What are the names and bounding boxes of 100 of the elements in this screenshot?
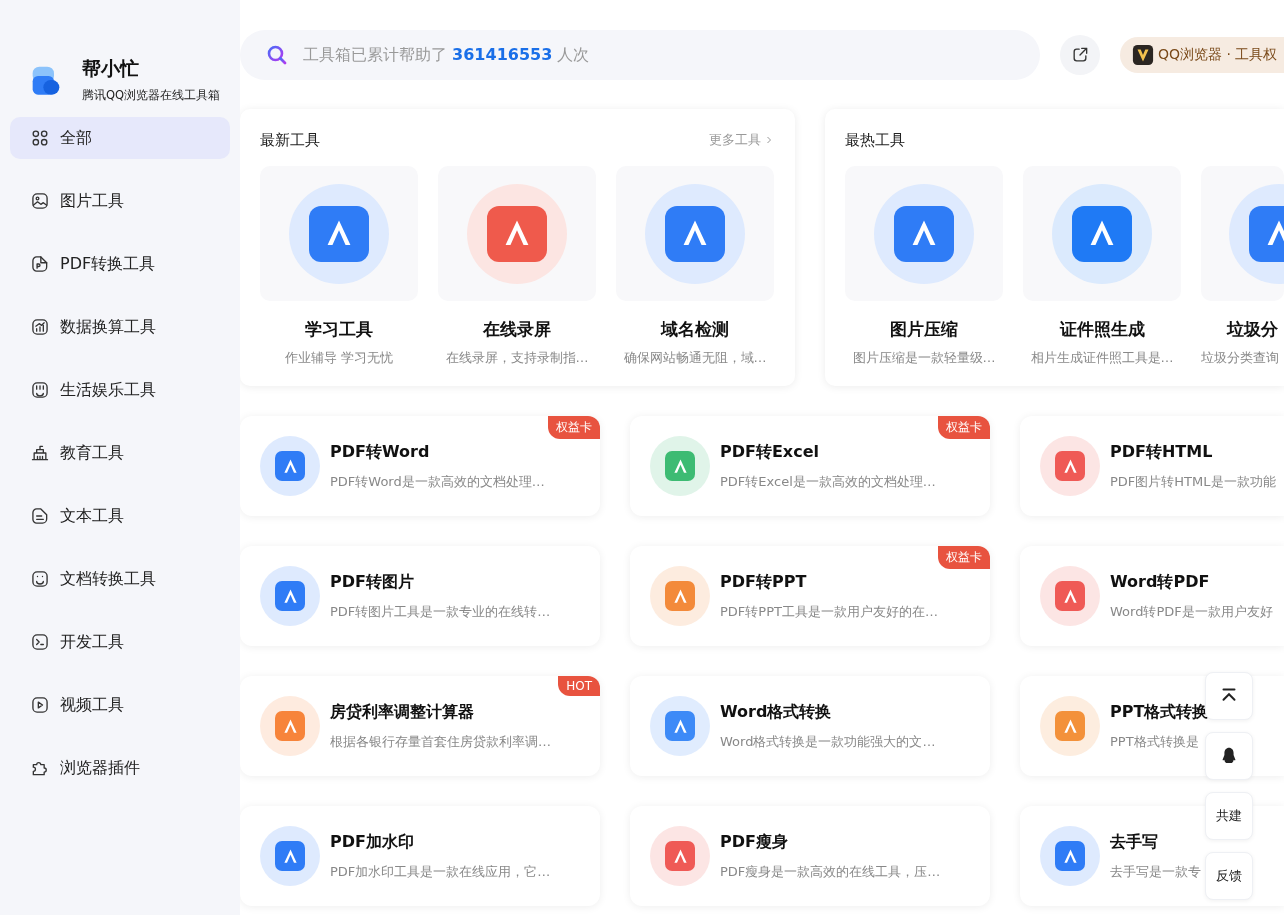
tool-icon bbox=[650, 436, 710, 496]
tool-name: 房贷利率调整计算器 bbox=[330, 701, 475, 723]
tool-card[interactable]: Word转PDF Word转PDF是一款用户友好 bbox=[1020, 546, 1284, 646]
tool-description: PPT格式转换是 bbox=[1110, 732, 1200, 751]
sidebar-item[interactable]: 图片工具 bbox=[10, 180, 230, 222]
tool-name: PDF转HTML bbox=[1110, 441, 1214, 463]
tool-icon bbox=[650, 566, 710, 626]
sidebar-item[interactable]: 文档转换工具 bbox=[10, 558, 230, 600]
qq-button[interactable] bbox=[1205, 732, 1253, 780]
tool-name: PDF转Excel bbox=[720, 441, 820, 463]
v-logo-icon bbox=[1132, 44, 1154, 66]
tool-name: PDF瘦身 bbox=[720, 831, 789, 853]
tool-card[interactable]: PDF转Word PDF转Word是一款高效的文档处理… 权益卡 bbox=[240, 416, 600, 516]
tool-description: 图片压缩是一款轻量级… bbox=[852, 349, 996, 367]
tool-icon bbox=[1040, 566, 1100, 626]
tool-card[interactable]: PDF转PPT PDF转PPT工具是一款用户友好的在… 权益卡 bbox=[630, 546, 990, 646]
terminal-icon bbox=[30, 632, 50, 652]
tool-icon bbox=[260, 436, 320, 496]
sidebar-item[interactable]: 数据换算工具 bbox=[10, 306, 230, 348]
document-smile-icon bbox=[30, 569, 50, 589]
tool-description: 在线录屏，支持录制指… bbox=[445, 349, 589, 367]
sidebar-item[interactable]: PDF转换工具 bbox=[10, 243, 230, 285]
app-subtitle: 腾讯QQ浏览器在线工具箱 bbox=[82, 88, 221, 103]
tool-name: PPT格式转换 bbox=[1110, 701, 1209, 723]
tool-description: Word转PDF是一款用户友好 bbox=[1110, 602, 1273, 621]
tool-icon bbox=[260, 566, 320, 626]
tool-name[interactable]: 证件照生成 bbox=[1059, 318, 1145, 341]
chart-icon bbox=[30, 317, 50, 337]
building-icon bbox=[30, 443, 50, 463]
tool-name[interactable]: 学习工具 bbox=[305, 318, 373, 341]
face-icon bbox=[30, 380, 50, 400]
tool-badge: 权益卡 bbox=[938, 546, 990, 569]
tool-card[interactable]: PDF加水印 PDF加水印工具是一款在线应用，它… bbox=[240, 806, 600, 906]
tool-description: PDF瘦身是一款高效的在线工具，压… bbox=[720, 862, 941, 881]
tool-name: PDF转Word bbox=[330, 441, 431, 463]
tool-name[interactable]: 图片压缩 bbox=[890, 318, 958, 341]
panel-title: 最热工具 bbox=[845, 130, 905, 150]
play-icon bbox=[30, 695, 50, 715]
tool-name: PDF转PPT bbox=[720, 571, 808, 593]
search-field[interactable]: 工具箱已累计帮助了 361416553 人次 bbox=[240, 30, 1040, 80]
tool-description: PDF转Excel是一款高效的文档处理… bbox=[720, 472, 936, 491]
tool-card[interactable]: PDF转Excel PDF转Excel是一款高效的文档处理… 权益卡 bbox=[630, 416, 990, 516]
sidebar-item[interactable]: 浏览器插件 bbox=[10, 747, 230, 789]
tool-description: 作业辅导 学习无忧 bbox=[284, 349, 394, 367]
tool-description: PDF转PPT工具是一款用户友好的在… bbox=[720, 602, 938, 621]
tool-icon bbox=[1040, 436, 1100, 496]
tool-name: Word格式转换 bbox=[720, 701, 833, 723]
tool-name[interactable]: 垃圾分 bbox=[1201, 318, 1278, 341]
tool-name: PDF转图片 bbox=[330, 571, 415, 593]
share-button[interactable] bbox=[1060, 35, 1100, 75]
tool-card[interactable]: 房贷利率调整计算器 根据各银行存量首套住房贷款利率调… HOT bbox=[240, 676, 600, 776]
float-button[interactable]: 反馈 bbox=[1205, 852, 1253, 900]
tool-name: Word转PDF bbox=[1110, 571, 1211, 593]
tool-description: PDF转图片工具是一款专业的在线转… bbox=[330, 602, 551, 621]
tool-icon bbox=[650, 826, 710, 886]
float-button[interactable]: 共建 bbox=[1205, 792, 1253, 840]
tile-background[interactable] bbox=[1201, 166, 1284, 301]
tile-background[interactable] bbox=[845, 166, 1003, 301]
tool-icon bbox=[650, 696, 710, 756]
tile-background[interactable] bbox=[1023, 166, 1181, 301]
tool-description: 根据各银行存量首套住房贷款利率调… bbox=[330, 732, 551, 751]
tool-card[interactable]: Word格式转换 Word格式转换是一款功能强大的文… bbox=[630, 676, 990, 776]
sidebar-item[interactable]: 教育工具 bbox=[10, 432, 230, 474]
tool-card[interactable]: PDF瘦身 PDF瘦身是一款高效的在线工具，压… bbox=[630, 806, 990, 906]
tool-description: PDF转Word是一款高效的文档处理… bbox=[330, 472, 545, 491]
tool-description: PDF加水印工具是一款在线应用，它… bbox=[330, 862, 551, 881]
tool-card[interactable]: PDF转图片 PDF转图片工具是一款专业的在线转… bbox=[240, 546, 600, 646]
app-title: 帮小忙 bbox=[82, 56, 140, 81]
sidebar-item[interactable]: 文本工具 bbox=[10, 495, 230, 537]
tool-name: 去手写 bbox=[1110, 831, 1159, 853]
tool-badge: 权益卡 bbox=[548, 416, 600, 439]
text-icon bbox=[30, 506, 50, 526]
tool-description: 相片生成证件照工具是… bbox=[1030, 349, 1174, 367]
tile-background[interactable] bbox=[260, 166, 418, 301]
tool-icon bbox=[1040, 696, 1100, 756]
tile-background[interactable] bbox=[438, 166, 596, 301]
tool-badge: 权益卡 bbox=[938, 416, 990, 439]
sidebar-item[interactable]: 视频工具 bbox=[10, 684, 230, 726]
tool-icon bbox=[1040, 826, 1100, 886]
tool-description: 确保网站畅通无阻，域… bbox=[623, 349, 767, 367]
tool-description: PDF图片转HTML是一款功能 bbox=[1110, 472, 1276, 491]
tool-name[interactable]: 域名检测 bbox=[661, 318, 729, 341]
tool-description: Word格式转换是一款功能强大的文… bbox=[720, 732, 936, 751]
image-icon bbox=[30, 191, 50, 211]
tool-name: PDF加水印 bbox=[330, 831, 415, 853]
sidebar-item[interactable]: 开发工具 bbox=[10, 621, 230, 663]
search-icon bbox=[265, 43, 289, 67]
tool-icon bbox=[260, 826, 320, 886]
panel-title: 最新工具 bbox=[260, 130, 320, 150]
promo-button[interactable]: QQ浏览器 · 工具权 bbox=[1120, 37, 1284, 73]
grid-icon bbox=[30, 128, 50, 148]
tool-badge: HOT bbox=[558, 676, 600, 696]
tile-background[interactable] bbox=[616, 166, 774, 301]
sidebar-item[interactable]: 生活娱乐工具 bbox=[10, 369, 230, 411]
tool-description: 去手写是一款专 bbox=[1110, 862, 1201, 881]
document-icon bbox=[30, 254, 50, 274]
tool-description: 垃圾分类查询 bbox=[1201, 349, 1279, 367]
tool-card[interactable]: PDF转HTML PDF图片转HTML是一款功能 bbox=[1020, 416, 1284, 516]
tool-name[interactable]: 在线录屏 bbox=[483, 318, 551, 341]
sidebar-item[interactable]: 全部 bbox=[10, 117, 230, 159]
